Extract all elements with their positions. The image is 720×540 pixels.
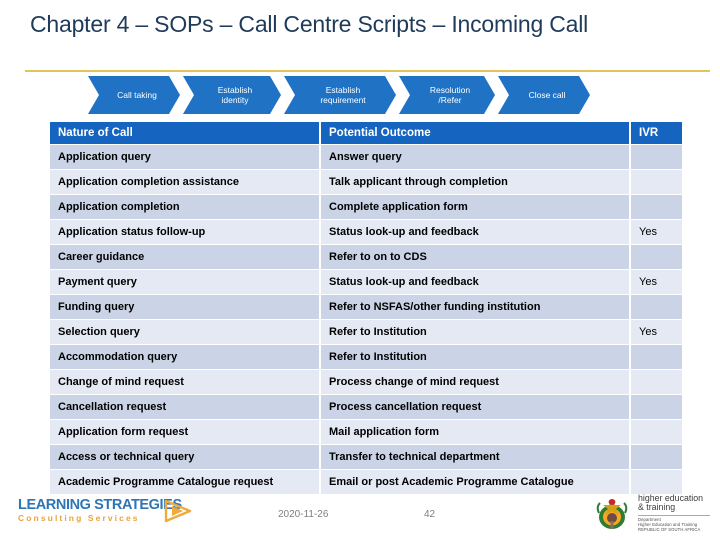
cell-ivr xyxy=(630,169,682,195)
process-step-label: Close call xyxy=(528,89,566,100)
south-africa-coat-of-arms-icon xyxy=(592,493,632,536)
cell-nature-of-call: Accommodation query xyxy=(50,344,321,370)
cell-ivr xyxy=(630,394,682,420)
cell-nature-of-call: Academic Programme Catalogue request xyxy=(50,469,321,495)
process-step-label: Call taking xyxy=(117,89,157,100)
call-types-table: Nature of Call Potential Outcome IVR App… xyxy=(50,122,682,495)
footer-date: 2020-11-26 xyxy=(278,509,329,520)
table-row: Career guidance Refer to on to CDS xyxy=(50,244,682,270)
learning-strategies-logo: LEARNING STRATEGIES Consulting Services xyxy=(18,498,193,528)
cell-potential-outcome: Transfer to technical department xyxy=(320,444,631,470)
cell-ivr: Yes xyxy=(630,319,682,345)
cell-potential-outcome: Status look-up and feedback xyxy=(320,219,631,245)
cell-nature-of-call: Application query xyxy=(50,144,321,170)
process-step-label: Establish identity xyxy=(217,84,253,105)
cell-nature-of-call: Funding query xyxy=(50,294,321,320)
table-row: Accommodation query Refer to Institution xyxy=(50,344,682,370)
cell-nature-of-call: Career guidance xyxy=(50,244,321,270)
dhet-divider xyxy=(638,514,710,516)
table-header-row: Nature of Call Potential Outcome IVR xyxy=(50,122,682,145)
table-row: Funding query Refer to NSFAS/other fundin… xyxy=(50,294,682,320)
cell-nature-of-call: Selection query xyxy=(50,319,321,345)
process-step-resolution-refer: Resolution /Refer xyxy=(399,76,495,114)
table-row: Application query Answer query xyxy=(50,144,682,170)
process-step-establish-identity: Establish identity xyxy=(183,76,281,114)
process-step-call-taking: Call taking xyxy=(88,76,180,114)
column-header-nature-of-call: Nature of Call xyxy=(50,122,321,145)
table-row: Application completion Complete applicati… xyxy=(50,194,682,220)
table-row: Change of mind request Process change of … xyxy=(50,369,682,395)
table-row: Access or technical query Transfer to tec… xyxy=(50,444,682,470)
column-header-potential-outcome: Potential Outcome xyxy=(320,122,631,145)
dhet-logo: higher education & training Department H… xyxy=(592,492,712,534)
cell-ivr xyxy=(630,194,682,220)
table-row: Application form request Mail application… xyxy=(50,419,682,445)
triangle-play-icon xyxy=(164,499,192,528)
process-step-label: Resolution /Refer xyxy=(429,84,471,105)
column-header-ivr: IVR xyxy=(630,122,682,145)
cell-nature-of-call: Access or technical query xyxy=(50,444,321,470)
title-divider xyxy=(25,70,710,72)
cell-ivr xyxy=(630,369,682,395)
table-row: Application status follow-up Status look-… xyxy=(50,219,682,245)
page-title: Chapter 4 – SOPs – Call Centre Scripts –… xyxy=(30,11,589,37)
process-step-establish-requirement: Establish requirement xyxy=(284,76,396,114)
cell-ivr xyxy=(630,244,682,270)
cell-potential-outcome: Process change of mind request xyxy=(320,369,631,395)
table-row: Academic Programme Catalogue request Emai… xyxy=(50,469,682,495)
cell-nature-of-call: Application status follow-up xyxy=(50,219,321,245)
process-step-close-call: Close call xyxy=(498,76,590,114)
cell-ivr: Yes xyxy=(630,269,682,295)
cell-ivr xyxy=(630,419,682,445)
cell-ivr: Yes xyxy=(630,219,682,245)
cell-nature-of-call: Change of mind request xyxy=(50,369,321,395)
cell-potential-outcome: Process cancellation request xyxy=(320,394,631,420)
cell-ivr xyxy=(630,344,682,370)
cell-potential-outcome: Refer to on to CDS xyxy=(320,244,631,270)
cell-potential-outcome: Refer to NSFAS/other funding institution xyxy=(320,294,631,320)
cell-nature-of-call: Payment query xyxy=(50,269,321,295)
process-step-label: Establish requirement xyxy=(320,84,366,105)
table-row: Payment query Status look-up and feedback… xyxy=(50,269,682,295)
dhet-title: higher education & training xyxy=(638,493,704,513)
process-flow-diagram: Call taking Establish identity Establish… xyxy=(88,76,593,114)
cell-potential-outcome: Email or post Academic Programme Catalog… xyxy=(320,469,631,495)
cell-ivr xyxy=(630,294,682,320)
cell-nature-of-call: Application completion xyxy=(50,194,321,220)
dhet-logo-text: higher education & training Department H… xyxy=(638,493,712,533)
cell-potential-outcome: Talk applicant through completion xyxy=(320,169,631,195)
cell-potential-outcome: Refer to Institution xyxy=(320,344,631,370)
table-row: Application completion assistance Talk ap… xyxy=(50,169,682,195)
cell-nature-of-call: Application form request xyxy=(50,419,321,445)
cell-nature-of-call: Application completion assistance xyxy=(50,169,321,195)
cell-potential-outcome: Complete application form xyxy=(320,194,631,220)
table-row: Cancellation request Process cancellation… xyxy=(50,394,682,420)
cell-potential-outcome: Refer to Institution xyxy=(320,319,631,345)
cell-ivr xyxy=(630,469,682,495)
cell-potential-outcome: Mail application form xyxy=(320,419,631,445)
footer-page-number: 42 xyxy=(424,509,436,520)
dhet-republic-line: REPUBLIC OF SOUTH AFRICA xyxy=(638,527,701,533)
cell-ivr xyxy=(630,444,682,470)
cell-potential-outcome: Answer query xyxy=(320,144,631,170)
table-row: Selection query Refer to Institution Yes xyxy=(50,319,682,345)
cell-ivr xyxy=(630,144,682,170)
cell-potential-outcome: Status look-up and feedback xyxy=(320,269,631,295)
cell-nature-of-call: Cancellation request xyxy=(50,394,321,420)
